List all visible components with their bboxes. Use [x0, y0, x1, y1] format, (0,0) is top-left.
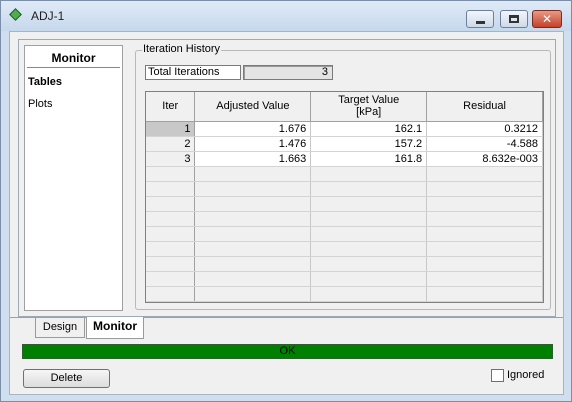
- empty-cell: [146, 256, 196, 272]
- ignored-label: Ignored: [507, 369, 545, 381]
- empty-cell: [310, 286, 428, 302]
- empty-cell: [426, 196, 543, 212]
- status-bar: OK: [22, 344, 553, 359]
- empty-cell: [426, 301, 543, 302]
- total-iterations-label: Total Iterations: [145, 65, 241, 80]
- empty-cell: [426, 226, 543, 242]
- group-label: Iteration History: [142, 43, 222, 55]
- empty-cell: [146, 181, 196, 197]
- table-cell[interactable]: 1.663: [194, 151, 312, 167]
- row-iter-cell[interactable]: 3: [146, 151, 196, 167]
- empty-cell: [310, 211, 428, 227]
- empty-row: [146, 181, 543, 197]
- table-header-row: Iter Adjusted Value Target Value [kPa] Re…: [146, 92, 543, 122]
- empty-cell: [194, 241, 312, 257]
- empty-cell: [426, 166, 543, 182]
- empty-row: [146, 301, 543, 302]
- monitor-tab-page: Monitor Tables Plots Iteration History T…: [18, 39, 556, 317]
- minimize-icon: [475, 20, 485, 24]
- empty-cell: [194, 286, 312, 302]
- empty-cell: [310, 256, 428, 272]
- empty-cell: [426, 256, 543, 272]
- empty-cell: [310, 166, 428, 182]
- nav-header: Monitor: [27, 48, 120, 68]
- empty-cell: [310, 196, 428, 212]
- empty-cell: [426, 271, 543, 287]
- nav-item-plots[interactable]: Plots: [28, 98, 52, 110]
- title-bar[interactable]: ADJ-1 ✕: [1, 1, 571, 31]
- empty-cell: [194, 271, 312, 287]
- empty-row: [146, 226, 543, 242]
- maximize-icon: [509, 15, 519, 23]
- close-button[interactable]: ✕: [532, 10, 562, 28]
- empty-cell: [194, 166, 312, 182]
- adjust-icon: [9, 8, 22, 21]
- empty-cell: [194, 256, 312, 272]
- row-iter-cell[interactable]: 1: [146, 121, 196, 137]
- empty-cell: [310, 226, 428, 242]
- nav-item-tables[interactable]: Tables: [28, 76, 62, 88]
- empty-cell: [146, 301, 196, 302]
- empty-cell: [146, 241, 196, 257]
- tab-design[interactable]: Design: [35, 318, 85, 338]
- column-header-adjusted-value[interactable]: Adjusted Value: [194, 92, 312, 122]
- empty-cell: [426, 211, 543, 227]
- table-cell[interactable]: 157.2: [310, 136, 428, 152]
- empty-cell: [426, 241, 543, 257]
- table-row[interactable]: 1 1.676 162.1 0.3212: [146, 121, 543, 137]
- empty-cell: [310, 271, 428, 287]
- table-row[interactable]: 2 1.476 157.2 -4.588: [146, 136, 543, 152]
- table-cell[interactable]: 8.632e-003: [426, 151, 543, 167]
- table-cell[interactable]: 1.476: [194, 136, 312, 152]
- empty-cell: [146, 166, 196, 182]
- column-header-residual[interactable]: Residual: [426, 92, 543, 122]
- maximize-button[interactable]: [500, 10, 528, 28]
- empty-cell: [146, 211, 196, 227]
- empty-row: [146, 271, 543, 287]
- minimize-button[interactable]: [466, 10, 494, 28]
- empty-row: [146, 241, 543, 257]
- empty-cell: [310, 301, 428, 302]
- empty-row: [146, 166, 543, 182]
- close-icon: ✕: [541, 12, 553, 26]
- window-title: ADJ-1: [31, 9, 65, 23]
- iteration-table[interactable]: Iter Adjusted Value Target Value [kPa] Re…: [145, 91, 544, 303]
- ignored-checkbox[interactable]: [491, 369, 504, 382]
- tab-monitor[interactable]: Monitor: [86, 317, 144, 339]
- empty-row: [146, 256, 543, 272]
- column-header-iter[interactable]: Iter: [146, 92, 196, 122]
- empty-cell: [146, 226, 196, 242]
- delete-button[interactable]: Delete: [23, 369, 110, 388]
- empty-cell: [426, 181, 543, 197]
- empty-cell: [310, 241, 428, 257]
- empty-cell: [194, 301, 312, 302]
- empty-cell: [194, 181, 312, 197]
- empty-cell: [146, 286, 196, 302]
- empty-row: [146, 211, 543, 227]
- empty-cell: [194, 211, 312, 227]
- table-cell[interactable]: 1.676: [194, 121, 312, 137]
- monitor-nav-list: Monitor Tables Plots: [24, 45, 123, 311]
- empty-cell: [146, 196, 196, 212]
- row-iter-cell[interactable]: 2: [146, 136, 196, 152]
- empty-cell: [310, 181, 428, 197]
- iteration-history-group: Iteration History Total Iterations 3 Ite…: [135, 43, 551, 310]
- empty-row: [146, 196, 543, 212]
- empty-row: [146, 286, 543, 302]
- table-cell[interactable]: -4.588: [426, 136, 543, 152]
- column-header-target-value[interactable]: Target Value [kPa]: [310, 92, 428, 122]
- table-row[interactable]: 3 1.663 161.8 8.632e-003: [146, 151, 543, 167]
- table-cell[interactable]: 162.1: [310, 121, 428, 137]
- empty-cell: [426, 286, 543, 302]
- empty-cell: [194, 226, 312, 242]
- table-cell[interactable]: 0.3212: [426, 121, 543, 137]
- empty-cell: [146, 271, 196, 287]
- total-iterations-value: 3: [243, 65, 333, 80]
- table-cell[interactable]: 161.8: [310, 151, 428, 167]
- adj-window: ADJ-1 ✕ Monitor Tables Plots Iteration H…: [0, 0, 572, 402]
- client-area: Monitor Tables Plots Iteration History T…: [9, 31, 564, 395]
- empty-cell: [194, 196, 312, 212]
